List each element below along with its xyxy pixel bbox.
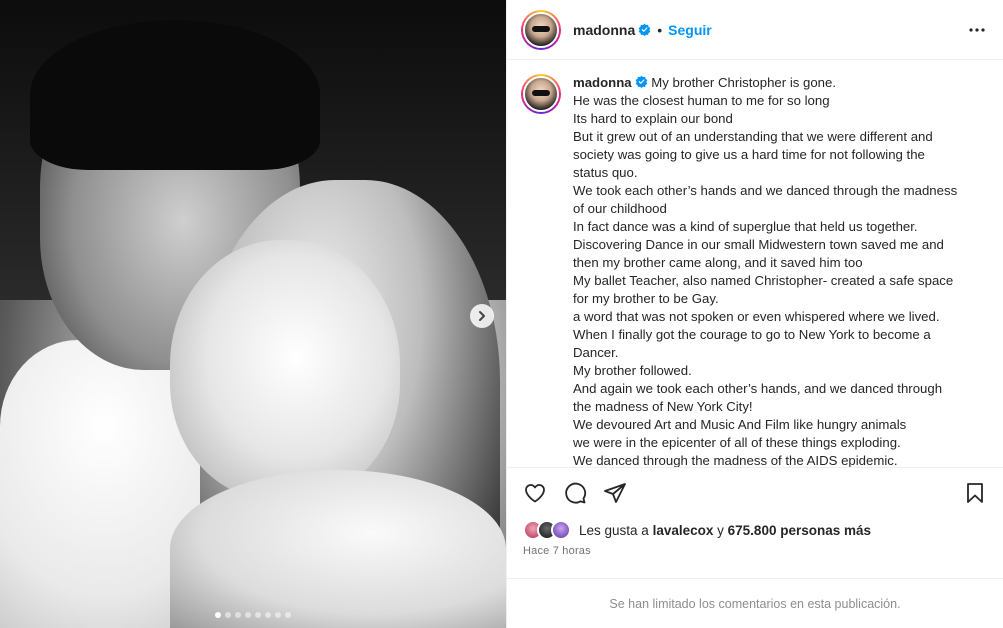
chevron-right-icon xyxy=(479,311,485,321)
share-button[interactable] xyxy=(603,481,627,505)
comment-button[interactable] xyxy=(563,481,587,505)
caption-username[interactable]: madonna xyxy=(573,75,632,90)
username-link[interactable]: madonna xyxy=(573,22,635,38)
avatar[interactable] xyxy=(521,9,561,50)
verified-badge-icon xyxy=(635,75,647,88)
caption-area: madonna My brother Christopher is gone. … xyxy=(507,60,1003,468)
caption-line: for my brother to be Gay. xyxy=(573,291,719,306)
heart-icon xyxy=(525,484,545,503)
carousel-dot xyxy=(245,612,251,618)
caption-line: In fact dance was a kind of superglue th… xyxy=(573,219,918,234)
like-button[interactable] xyxy=(523,481,547,505)
carousel-dot xyxy=(215,612,221,618)
paper-plane-icon xyxy=(604,483,626,503)
carousel-dot xyxy=(255,612,261,618)
carousel-dot xyxy=(265,612,271,618)
caption-line: a word that was not spoken or even whisp… xyxy=(573,309,940,324)
carousel-dots xyxy=(0,612,506,618)
caption-line: Dancer. xyxy=(573,345,619,360)
caption-line: Discovering Dance in our small Midwester… xyxy=(573,237,944,252)
caption-line: then my brother came along, and it saved… xyxy=(573,255,863,270)
caption-line: My brother Christopher is gone. xyxy=(651,75,837,90)
carousel-dot xyxy=(275,612,281,618)
caption-line: He was the closest human to me for so lo… xyxy=(573,93,830,108)
carousel-dot xyxy=(235,612,241,618)
caption-avatar[interactable] xyxy=(521,74,561,114)
bookmark-icon xyxy=(967,483,983,503)
avatar-image xyxy=(523,11,559,48)
caption-line: We devoured Art and Music And Film like … xyxy=(573,417,907,432)
caption-line: And again we took each other’s hands, an… xyxy=(573,381,943,396)
carousel-dot xyxy=(285,612,291,618)
photo-man-hair xyxy=(30,20,320,170)
caption-row: madonna My brother Christopher is gone. … xyxy=(521,74,989,468)
action-bar xyxy=(507,470,1003,516)
comment-icon xyxy=(565,482,587,504)
liker-avatar[interactable] xyxy=(551,520,571,540)
carousel-dot xyxy=(225,612,231,618)
likes-prefix: Les gusta a xyxy=(579,522,649,538)
caption-line: But it grew out of an understanding that… xyxy=(573,129,933,144)
post-timestamp[interactable]: Hace 7 horas xyxy=(523,545,591,557)
likes-summary: Les gusta a lavalecox y 675.800 personas… xyxy=(523,520,987,540)
follow-button[interactable]: Seguir xyxy=(668,22,712,38)
more-options-icon xyxy=(969,27,985,32)
caption-line: When I finally got the courage to go to … xyxy=(573,327,931,342)
liker-username-link[interactable]: lavalecox xyxy=(653,523,714,538)
photo-shoulder xyxy=(170,470,506,628)
avatar-image xyxy=(523,76,559,112)
caption-line-first: madonna My brother Christopher is gone. xyxy=(573,74,983,92)
caption-line: status quo. xyxy=(573,165,638,180)
post-photo[interactable] xyxy=(0,0,506,628)
likes-count-link[interactable]: 675.800 personas más xyxy=(728,523,871,538)
caption-line: we were in the epicenter of all of these… xyxy=(573,435,901,450)
caption-line: We took each other’s hands and we danced… xyxy=(573,183,958,198)
more-options-button[interactable] xyxy=(965,18,989,42)
separator-dot: • xyxy=(657,21,663,38)
verified-badge-icon xyxy=(638,23,651,36)
post-header: madonna • Seguir xyxy=(507,0,1003,60)
caption-line: of our childhood xyxy=(573,201,667,216)
comments-limited-notice: Se han limitado los comentarios en esta … xyxy=(507,578,1003,628)
photo-woman-face xyxy=(170,240,400,500)
caption-line: Its hard to explain our bond xyxy=(573,111,733,126)
caption-line: My ballet Teacher, also named Christophe… xyxy=(573,273,954,288)
next-image-button[interactable] xyxy=(470,304,494,328)
caption-text: madonna My brother Christopher is gone. … xyxy=(573,74,983,468)
save-button[interactable] xyxy=(963,481,987,505)
caption-line: We danced through the madness of the AID… xyxy=(573,453,898,468)
likes-connector: y xyxy=(717,522,724,538)
caption-line: society was going to give us a hard time… xyxy=(573,147,925,162)
post-sidebar: madonna • Seguir madonna My brother Chri… xyxy=(506,0,1003,628)
caption-line: My brother followed. xyxy=(573,363,692,378)
caption-line: the madness of New York City! xyxy=(573,399,753,414)
liker-avatars xyxy=(523,520,571,540)
